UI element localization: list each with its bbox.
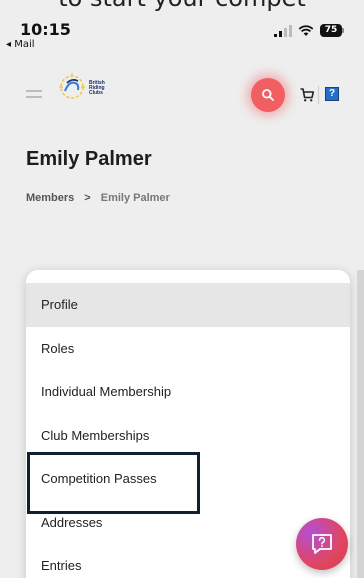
menu-item-roles[interactable]: Roles [26, 327, 350, 371]
cellular-signal-icon [274, 24, 292, 37]
breadcrumb-separator: > [84, 192, 91, 204]
menu-item-club-memberships[interactable]: Club Memberships [26, 414, 350, 458]
header-divider [318, 86, 319, 104]
battery-level: 75 [320, 24, 342, 37]
british-riding-clubs-logo[interactable]: British Riding Clubs [56, 70, 116, 104]
search-button[interactable] [251, 78, 285, 112]
hamburger-icon[interactable] [26, 90, 42, 100]
breadcrumb-current: Emily Palmer [100, 192, 170, 204]
logo-emblem-icon [59, 73, 85, 99]
page-title: Emily Palmer [26, 148, 152, 170]
battery-icon: 75 [320, 24, 344, 37]
chat-help-icon [312, 534, 332, 554]
menu-item-competition-passes[interactable]: Competition Passes [26, 457, 350, 501]
back-to-mail-link[interactable]: ◂ Mail [6, 39, 35, 50]
site-header: British Riding Clubs ? [0, 62, 364, 130]
breadcrumb-members-link[interactable]: Members [26, 192, 74, 204]
wifi-icon [298, 24, 314, 36]
status-time: 10:15 [20, 20, 71, 39]
menu-item-profile[interactable]: Profile [26, 283, 350, 327]
search-icon [262, 89, 274, 101]
status-indicators: 75 [274, 24, 344, 37]
instruction-caption: to start your compet [0, 0, 364, 12]
scrollbar[interactable] [357, 270, 364, 578]
chat-help-button[interactable] [296, 518, 348, 570]
menu-item-individual-membership[interactable]: Individual Membership [26, 370, 350, 414]
breadcrumb: Members > Emily Palmer [26, 192, 170, 204]
logo-text: British Riding Clubs [89, 80, 105, 96]
cart-button[interactable] [296, 84, 318, 106]
help-icon[interactable]: ? [325, 87, 339, 101]
cart-icon [300, 88, 315, 102]
